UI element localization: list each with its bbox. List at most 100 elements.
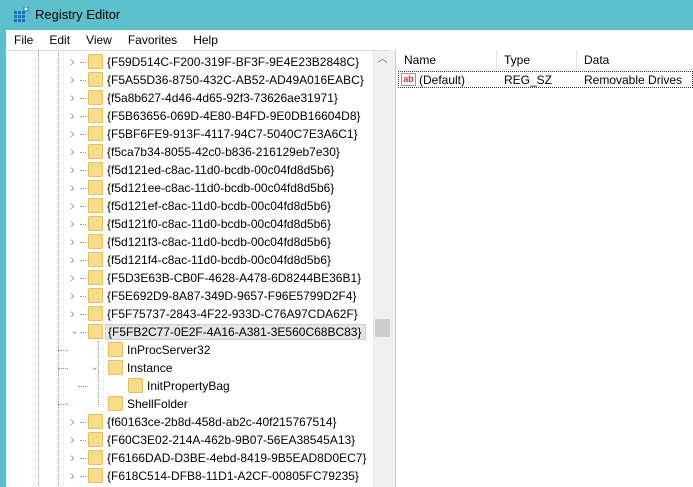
tree-line [80, 170, 86, 171]
chevron-right-icon[interactable]: › [70, 468, 80, 482]
chevron-right-icon[interactable]: › [70, 180, 80, 194]
menu-bar: File Edit View Favorites Help [6, 30, 693, 50]
tree-item[interactable]: › {F5D3E63B-CB0F-4628-A478-6D8244BE36B1} [6, 269, 376, 287]
tree-line [80, 296, 86, 297]
tree-item-label: {F6166DAD-D3BE-4ebd-8419-9B5EAD8D0EC7} [107, 451, 367, 465]
scroll-up-icon[interactable]: ︿ [374, 51, 390, 68]
column-data[interactable]: Data [584, 53, 609, 67]
chevron-right-icon[interactable]: › [70, 288, 80, 302]
tree-item-label: {F618C514-DFB8-11D1-A2CF-00805FC79235} [107, 469, 359, 483]
menu-help[interactable]: Help [185, 33, 226, 47]
tree-item[interactable]: › {F5A55D36-8750-432C-AB52-AD49A016EABC} [6, 71, 376, 89]
folder-icon [88, 270, 103, 285]
tree-item-label: {f5d121f4-c8ac-11d0-bcdb-00c04fd8d5b6} [107, 253, 331, 267]
menu-favorites[interactable]: Favorites [120, 33, 185, 47]
tree-item[interactable]: › {f5a8b627-4d46-4d65-92f3-73626ae31971} [6, 89, 376, 107]
tree-item[interactable]: › {f5d121ee-c8ac-11d0-bcdb-00c04fd8d5b6} [6, 179, 376, 197]
tree-item[interactable]: › {f5ca7b34-8055-42c0-b836-216129eb7e30} [6, 143, 376, 161]
chevron-right-icon[interactable]: › [70, 198, 80, 212]
tree-item-label: {F5F75737-2843-4F22-933D-C76A97CDA62F} [107, 307, 358, 321]
tree-line [80, 224, 86, 225]
folder-icon [128, 378, 143, 393]
tree-item-selected[interactable]: ⌄ {F5FB2C77-0E2F-4A16-A381-3E560C68BC83} [6, 323, 376, 341]
chevron-right-icon[interactable]: › [70, 54, 80, 68]
menu-edit[interactable]: Edit [41, 33, 78, 47]
chevron-down-icon[interactable]: ⌄ [90, 361, 100, 373]
chevron-down-icon[interactable]: ⌄ [70, 325, 80, 337]
chevron-right-icon[interactable]: › [70, 216, 80, 230]
chevron-right-icon[interactable]: › [70, 144, 80, 158]
menu-view[interactable]: View [78, 33, 120, 47]
tree-item-label: ShellFolder [127, 397, 188, 411]
chevron-right-icon[interactable]: › [70, 90, 80, 104]
tree-item[interactable]: ShellFolder [6, 395, 376, 413]
folder-icon [88, 54, 103, 69]
folder-icon [88, 108, 103, 123]
tree-item[interactable]: › {f60163ce-2b8d-458d-ab2c-40f215767514} [6, 413, 376, 431]
value-row[interactable]: ab (Default) REG_SZ Removable Drives [398, 71, 693, 88]
tree-item-label: {F60C3E02-214A-462b-9B07-56EA38545A13} [107, 433, 356, 447]
tree-item[interactable]: › {f5d121f3-c8ac-11d0-bcdb-00c04fd8d5b6} [6, 233, 376, 251]
folder-icon [88, 324, 103, 339]
chevron-right-icon[interactable]: › [70, 126, 80, 140]
tree-item[interactable]: › {F5B63656-069D-4E80-B4FD-9E0DB16604D8} [6, 107, 376, 125]
tree-item[interactable]: › {f5d121f4-c8ac-11d0-bcdb-00c04fd8d5b6} [6, 251, 376, 269]
tree-item[interactable]: › {f5d121f0-c8ac-11d0-bcdb-00c04fd8d5b6} [6, 215, 376, 233]
folder-icon [88, 162, 103, 177]
column-divider[interactable] [576, 50, 577, 70]
tree-item[interactable]: › {F5F75737-2843-4F22-933D-C76A97CDA62F} [6, 305, 376, 323]
folder-icon [108, 396, 123, 411]
tree-item[interactable]: › {F618C514-DFB8-11D1-A2CF-00805FC79235} [6, 467, 376, 485]
menu-file[interactable]: File [6, 33, 41, 47]
tree-line [80, 332, 86, 333]
chevron-right-icon[interactable]: › [70, 432, 80, 446]
value-name: (Default) [419, 73, 466, 87]
tree-line [80, 152, 86, 153]
tree-line [80, 242, 86, 243]
tree-item[interactable]: › {F6166DAD-D3BE-4ebd-8419-9B5EAD8D0EC7} [6, 449, 376, 467]
tree-item[interactable]: › {F59D514C-F200-319F-BF3F-9E4E23B2848C} [6, 53, 376, 71]
tree-line [80, 62, 86, 63]
scroll-thumb[interactable] [375, 319, 390, 337]
tree-item[interactable]: InitPropertyBag [6, 377, 376, 395]
column-name[interactable]: Name [404, 53, 436, 67]
tree-line [80, 206, 86, 207]
tree-line [80, 134, 86, 135]
chevron-right-icon[interactable]: › [70, 414, 80, 428]
folder-icon [108, 342, 123, 357]
chevron-right-icon[interactable]: › [70, 234, 80, 248]
value-type: REG_SZ [504, 73, 553, 87]
column-divider[interactable] [496, 50, 497, 70]
tree-line [80, 188, 86, 189]
folder-icon [88, 72, 103, 87]
column-type[interactable]: Type [504, 53, 530, 67]
value-data: Removable Drives [584, 73, 683, 87]
tree-item[interactable]: InProcServer32 [6, 341, 376, 359]
chevron-right-icon[interactable]: › [70, 306, 80, 320]
tree-line [58, 350, 68, 351]
chevron-right-icon[interactable]: › [70, 450, 80, 464]
tree-item[interactable]: › {F60C3E02-214A-462b-9B07-56EA38545A13} [6, 431, 376, 449]
tree-item-label: {F5A55D36-8750-432C-AB52-AD49A016EABC} [107, 73, 364, 87]
tree-item[interactable]: › {F5BF6FE9-913F-4117-94C7-5040C7E3A6C1} [6, 125, 376, 143]
chevron-right-icon[interactable]: › [70, 270, 80, 284]
chevron-right-icon[interactable]: › [70, 252, 80, 266]
tree-line [80, 422, 86, 423]
values-pane[interactable]: Name Type Data ab (Default) REG_SZ Remov… [396, 50, 693, 487]
folder-icon [88, 414, 103, 429]
registry-tree[interactable]: ︿ › {F59D514C-F200-319F-BF3F-9E4E23B2848C… [6, 50, 390, 487]
tree-item[interactable]: › {f5d121ef-c8ac-11d0-bcdb-00c04fd8d5b6} [6, 197, 376, 215]
tree-item-label: {F59D514C-F200-319F-BF3F-9E4E23B2848C} [107, 55, 360, 69]
tree-item-label: {f5a8b627-4d46-4d65-92f3-73626ae31971} [107, 91, 338, 105]
tree-line [80, 476, 86, 477]
tree-item-label: {F5BF6FE9-913F-4117-94C7-5040C7E3A6C1} [107, 127, 358, 141]
chevron-right-icon[interactable]: › [70, 162, 80, 176]
chevron-right-icon[interactable]: › [70, 108, 80, 122]
tree-line [80, 458, 86, 459]
tree-item[interactable]: › {f5d121ed-c8ac-11d0-bcdb-00c04fd8d5b6} [6, 161, 376, 179]
tree-item-label: {f5d121f0-c8ac-11d0-bcdb-00c04fd8d5b6} [107, 217, 331, 231]
folder-icon [88, 288, 103, 303]
tree-item[interactable]: ⌄ Instance [6, 359, 376, 377]
chevron-right-icon[interactable]: › [70, 72, 80, 86]
tree-item[interactable]: › {F5E692D9-8A87-349D-9657-F96E5799D2F4} [6, 287, 376, 305]
